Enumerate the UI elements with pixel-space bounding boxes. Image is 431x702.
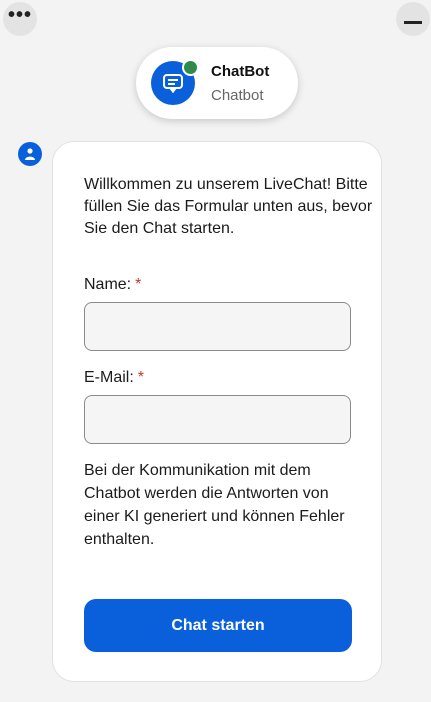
email-input[interactable]: [84, 395, 351, 444]
name-required-marker: *: [135, 276, 142, 293]
user-icon: [18, 142, 42, 166]
bot-subtitle: Chatbot: [211, 86, 264, 104]
online-status-dot: [182, 59, 199, 76]
chat-bubble-icon: [163, 74, 183, 94]
prechat-form: Willkommen zu unserem LiveChat! Bitte fü…: [52, 141, 382, 682]
start-chat-button[interactable]: Chat starten: [84, 599, 352, 652]
email-label: E-Mail: *: [84, 369, 144, 387]
chat-header: ChatBot Chatbot: [136, 47, 298, 119]
more-horizontal-icon: •••: [7, 4, 32, 26]
bot-name: ChatBot: [211, 62, 270, 80]
email-label-text: E-Mail:: [84, 369, 134, 386]
minimize-button[interactable]: [396, 2, 430, 36]
name-input[interactable]: [84, 302, 351, 351]
name-label-text: Name:: [84, 276, 132, 293]
ai-disclaimer: Bei der Kommunikation mit dem Chatbot we…: [84, 462, 345, 548]
bot-avatar: [151, 59, 199, 105]
minimize-icon: [404, 20, 422, 24]
email-required-marker: *: [137, 369, 145, 386]
intro-text: Willkommen zu unserem LiveChat! Bitte fü…: [84, 176, 373, 237]
name-label: Name: *: [84, 276, 141, 294]
more-options-button[interactable]: •••: [3, 2, 37, 36]
